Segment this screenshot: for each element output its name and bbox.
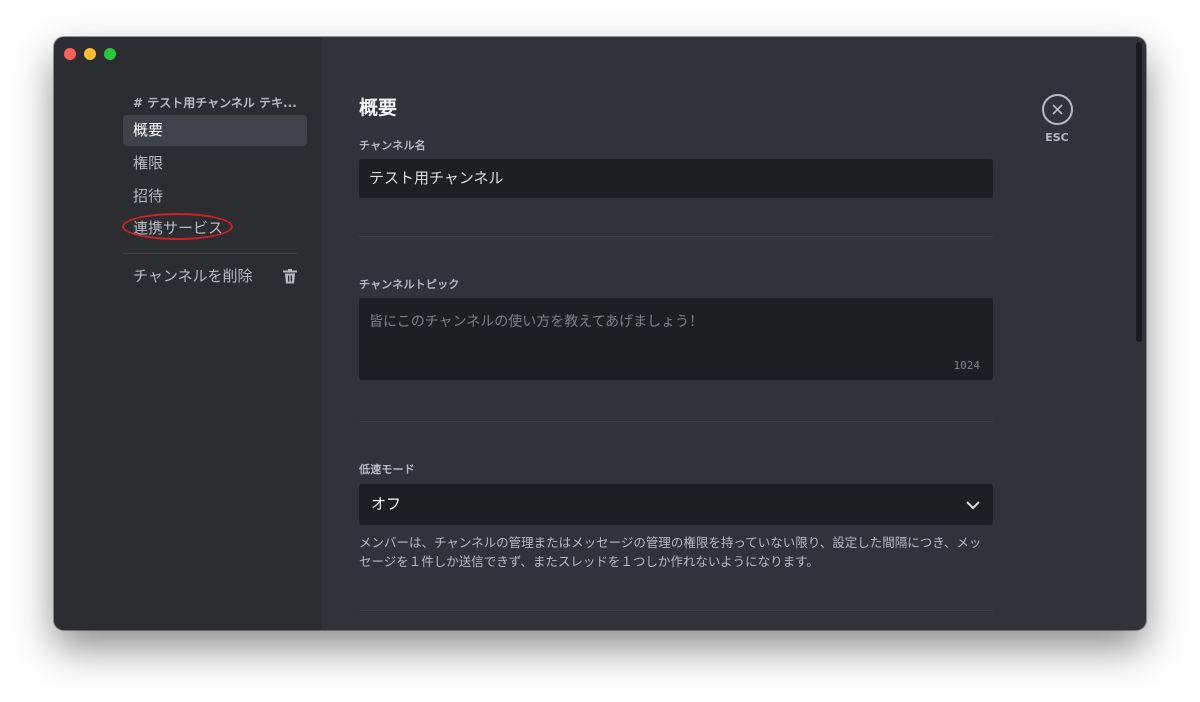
sidebar-item-label: 権限 [133,154,164,172]
esc-close[interactable]: ESC [1031,94,1083,144]
channel-name-label: チャンネル名 [359,139,426,152]
delete-channel-button[interactable]: チャンネルを削除 [123,261,307,292]
scrollbar-thumb[interactable] [1136,42,1142,342]
sidebar-item-invites[interactable]: 招待 [123,181,307,212]
slowmode-value: オフ [371,495,402,513]
sidebar-item-overview[interactable]: 概要 [123,115,307,146]
close-settings-button[interactable] [1041,94,1073,125]
close-icon [1051,104,1063,115]
trash-icon [283,269,297,284]
settings-window: # テスト用チャンネル テキ... 概要 権限 招待 連携サービス チャンネルを… [54,37,1146,630]
minimize-window-button[interactable] [84,48,96,60]
section-divider [359,610,993,611]
delete-channel-label: チャンネルを削除 [133,267,253,285]
channel-header: # テスト用チャンネル テキ... [133,96,297,110]
esc-label: ESC [1045,131,1069,144]
sidebar-item-label: 概要 [133,121,164,139]
section-divider [359,421,993,422]
settings-sidebar: # テスト用チャンネル テキ... 概要 権限 招待 連携サービス チャンネルを… [54,37,322,630]
sidebar-divider [123,253,297,254]
slowmode-select[interactable]: オフ [359,484,993,525]
close-window-button[interactable] [64,48,76,60]
zoom-window-button[interactable] [104,48,116,60]
window-controls [64,48,116,60]
sidebar-item-label: 招待 [133,187,164,205]
topic-placeholder: 皆にこのチャンネルの使い方を教えてあげましょう！ [369,314,704,330]
slowmode-description: メンバーは、チャンネルの管理またはメッセージの管理の権限を持っていない限り、設定… [359,535,982,569]
slowmode-label: 低速モード [359,463,415,476]
highlight-circle [122,213,233,240]
chevron-down-icon [966,501,980,510]
channel-topic-label: チャンネルトピック [359,278,460,291]
settings-content: 概要 チャンネル名 テスト用チャンネル チャンネルトピック 皆にこのチャンネルの… [322,37,1146,630]
channel-name-input[interactable]: テスト用チャンネル [359,159,993,198]
section-divider [359,236,993,237]
sidebar-item-permissions[interactable]: 権限 [123,148,307,179]
page-title: 概要 [359,97,398,119]
channel-topic-input[interactable]: 皆にこのチャンネルの使い方を教えてあげましょう！ 1024 [359,298,993,380]
character-count: 1024 [953,359,981,372]
